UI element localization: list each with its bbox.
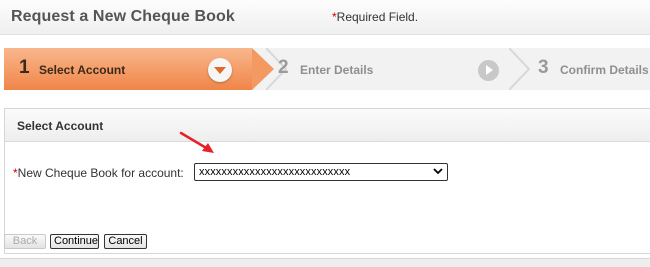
page-title: Request a New Cheque Book	[11, 8, 235, 25]
chevron-down-icon	[433, 168, 443, 175]
step-enter-details: 2 Enter Details	[274, 48, 514, 90]
step-number: 2	[278, 57, 289, 78]
step-label: Confirm Details	[560, 63, 649, 77]
step-number: 1	[19, 57, 30, 78]
panel-header: Select Account	[5, 109, 650, 142]
step-label: Enter Details	[300, 63, 374, 77]
step-separator-icon	[509, 48, 531, 90]
continue-button[interactable]: Continue	[50, 234, 99, 249]
select-account-panel: Select Account *New Cheque Book for acco…	[4, 108, 650, 254]
red-arrow-icon	[179, 131, 214, 153]
step-number: 3	[538, 57, 549, 78]
account-select-value: xxxxxxxxxxxxxxxxxxxxxxxxxxx	[199, 166, 351, 178]
account-field-label: *New Cheque Book for account:	[13, 166, 184, 180]
required-text: Required Field.	[336, 10, 419, 24]
required-field-note: *Required Field.	[332, 10, 418, 24]
wizard-steps: 1 Select Account 2 Enter Details 3 Confi…	[4, 48, 650, 90]
play-circle-icon[interactable]	[478, 60, 499, 81]
header-bar: Request a New Cheque Book *Required Fiel…	[0, 0, 650, 35]
step-label: Select Account	[39, 63, 126, 77]
account-label-text: New Cheque Book for account:	[17, 166, 184, 180]
panel-title: Select Account	[17, 119, 104, 133]
account-select[interactable]: xxxxxxxxxxxxxxxxxxxxxxxxxxx	[194, 163, 448, 181]
chevron-down-circle-icon[interactable]	[208, 58, 232, 82]
cancel-button[interactable]: Cancel	[104, 234, 147, 249]
step-confirm-details: 3 Confirm Details	[534, 48, 650, 90]
back-button[interactable]: Back	[4, 234, 46, 249]
step-select-account: 1 Select Account	[4, 48, 252, 90]
